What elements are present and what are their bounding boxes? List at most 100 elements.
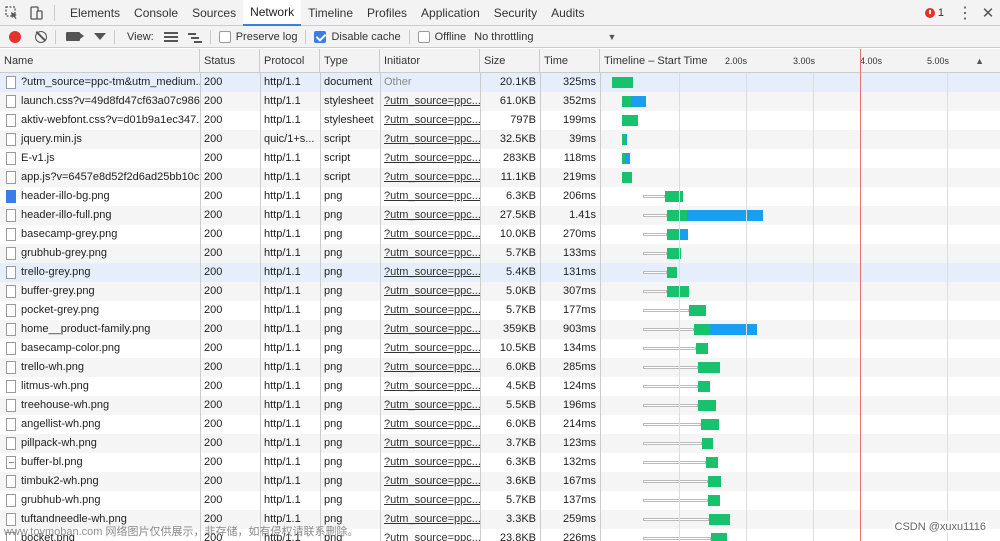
request-initiator[interactable]: ?utm_source=ppc... [380,529,480,541]
request-initiator[interactable]: ?utm_source=ppc... [380,130,480,149]
tab-security[interactable]: Security [487,0,544,26]
column-header-type[interactable]: Type [320,49,380,73]
waterfall-download-bar [625,134,627,145]
table-row[interactable]: basecamp-color.png 200 http/1.1 png ?utm_sou… [0,339,1000,358]
request-initiator[interactable]: ?utm_source=ppc... [380,282,480,301]
throttling-dropdown-icon[interactable]: ▼ [607,32,616,42]
request-initiator[interactable]: ?utm_source=ppc... [380,244,480,263]
offline-option[interactable]: Offline [417,30,467,43]
table-row[interactable]: grubhub-grey.png 200 http/1.1 png ?utm_sourc… [0,244,1000,263]
request-initiator[interactable]: ?utm_source=ppc... [380,301,480,320]
table-row[interactable]: header-illo-full.png 200 http/1.1 png ?utm_s… [0,206,1000,225]
more-options-icon[interactable]: ⋮ [954,3,976,23]
request-initiator[interactable]: ?utm_source=ppc... [380,510,480,529]
clear-icon[interactable] [35,30,47,43]
tab-network[interactable]: Network [243,0,302,26]
table-row[interactable]: ?utm_source=ppc-tm&utm_medium... 200 http/… [0,73,1000,92]
record-icon[interactable] [9,30,21,43]
request-size: 283KB [502,152,536,164]
request-initiator[interactable]: ?utm_source=ppc... [380,453,480,472]
table-row[interactable]: app.js?v=6457e8d52f2d6ad25bb10c... 200 htt… [0,168,1000,187]
waterfall-queue-bar [643,290,667,293]
request-initiator[interactable]: ?utm_source=ppc... [380,149,480,168]
disable-cache-option[interactable]: Disable cache [314,30,401,43]
table-row[interactable]: litmus-wh.png 200 http/1.1 png ?utm_source=p… [0,377,1000,396]
table-row[interactable]: trello-grey.png 200 http/1.1 png ?utm_source… [0,263,1000,282]
disable-cache-checkbox[interactable] [314,30,327,43]
tab-timeline[interactable]: Timeline [301,0,360,26]
column-header-protocol[interactable]: Protocol [260,49,320,73]
table-row[interactable]: header-illo-bg.png 200 http/1.1 png ?utm_sou… [0,187,1000,206]
table-row[interactable]: grubhub-wh.png 200 http/1.1 png ?utm_source=… [0,491,1000,510]
request-initiator[interactable]: ?utm_source=ppc... [380,396,480,415]
request-status: 200 [204,209,223,221]
waterfall-waiting-bar [689,305,706,316]
table-row[interactable]: treehouse-wh.png 200 http/1.1 png ?utm_sourc… [0,396,1000,415]
waterfall-queue-bar [643,328,694,331]
request-initiator[interactable]: ?utm_source=ppc... [380,225,480,244]
tab-console[interactable]: Console [127,0,185,26]
request-time: 118ms [563,152,596,164]
offline-checkbox[interactable] [417,30,430,43]
table-row[interactable]: timbuk2-wh.png 200 http/1.1 png ?utm_source=… [0,472,1000,491]
request-initiator[interactable]: ?utm_source=ppc... [380,263,480,282]
filter-icon[interactable] [94,33,106,40]
request-initiator[interactable]: ?utm_source=ppc... [380,92,480,111]
large-rows-icon[interactable] [163,31,178,42]
error-count[interactable]: 1 [938,7,944,19]
tab-audits[interactable]: Audits [544,0,591,26]
request-initiator[interactable]: ?utm_source=ppc... [380,415,480,434]
request-initiator[interactable]: ?utm_source=ppc... [380,168,480,187]
request-initiator[interactable]: ?utm_source=ppc... [380,434,480,453]
table-row[interactable]: jquery.min.js 200 quic/1+s... script ?utm_so… [0,130,1000,149]
table-row[interactable]: pocket-grey.png 200 http/1.1 png ?utm_source… [0,301,1000,320]
request-initiator[interactable]: ?utm_source=ppc... [380,472,480,491]
request-name: timbuk2-wh.png [21,475,99,487]
column-header-size[interactable]: Size [480,49,540,73]
request-initiator[interactable]: ?utm_source=ppc... [380,187,480,206]
request-initiator[interactable]: ?utm_source=ppc... [380,339,480,358]
request-protocol: http/1.1 [264,323,301,335]
request-initiator[interactable]: ?utm_source=ppc... [380,111,480,130]
request-initiator[interactable]: ?utm_source=ppc... [380,491,480,510]
table-row[interactable]: home__product-family.png 200 http/1.1 png ?u… [0,320,1000,339]
table-row[interactable]: pillpack-wh.png 200 http/1.1 png ?utm_source… [0,434,1000,453]
tab-sources[interactable]: Sources [185,0,243,26]
overview-icon[interactable] [187,32,202,43]
request-initiator[interactable]: ?utm_source=ppc... [380,377,480,396]
network-requests-table: Name Status Protocol Type Initiator Size… [0,49,1000,541]
timeline-tick-label: 4.00s [860,56,883,66]
table-row[interactable]: buffer-bl.png 200 http/1.1 png ?utm_source=p… [0,453,1000,472]
close-icon[interactable]: ✕ [976,4,1000,22]
request-type: png [324,418,343,430]
tab-application[interactable]: Application [414,0,487,26]
throttling-select[interactable]: No throttling [474,31,533,43]
preserve-log-checkbox[interactable] [218,30,231,43]
column-header-name[interactable]: Name [0,49,200,73]
request-initiator[interactable]: ?utm_source=ppc... [380,320,480,339]
capture-screenshots-icon[interactable] [66,32,84,41]
preserve-log-option[interactable]: Preserve log [218,30,297,43]
error-icon[interactable] [924,8,935,18]
inspect-element-icon[interactable] [0,0,24,26]
offline-label: Offline [434,30,467,43]
request-status: 200 [204,266,223,278]
request-initiator[interactable]: ?utm_source=ppc... [380,206,480,225]
request-initiator[interactable]: ?utm_source=ppc... [380,358,480,377]
table-row[interactable]: aktiv-webfont.css?v=d01b9a1ec347... 200 ht… [0,111,1000,130]
table-row[interactable]: angellist-wh.png 200 http/1.1 png ?utm_sourc… [0,415,1000,434]
request-name: E-v1.js [21,152,55,164]
tab-profiles[interactable]: Profiles [360,0,414,26]
table-row[interactable]: buffer-grey.png 200 http/1.1 png ?utm_source… [0,282,1000,301]
column-header-time[interactable]: Time [540,49,600,73]
timeline-gridline [746,73,747,541]
table-row[interactable]: E-v1.js 200 http/1.1 script ?utm_source=ppc.… [0,149,1000,168]
column-header-status[interactable]: Status [200,49,260,73]
table-row[interactable]: basecamp-grey.png 200 http/1.1 png ?utm_sour… [0,225,1000,244]
table-row[interactable]: trello-wh.png 200 http/1.1 png ?utm_source=p… [0,358,1000,377]
column-header-initiator[interactable]: Initiator [380,49,480,73]
table-row[interactable]: launch.css?v=49d8fd47cf63a07c986... 200 ht… [0,92,1000,111]
sort-ascending-icon[interactable]: ▲ [975,49,984,73]
device-toolbar-icon[interactable] [24,0,48,26]
tab-elements[interactable]: Elements [63,0,127,26]
